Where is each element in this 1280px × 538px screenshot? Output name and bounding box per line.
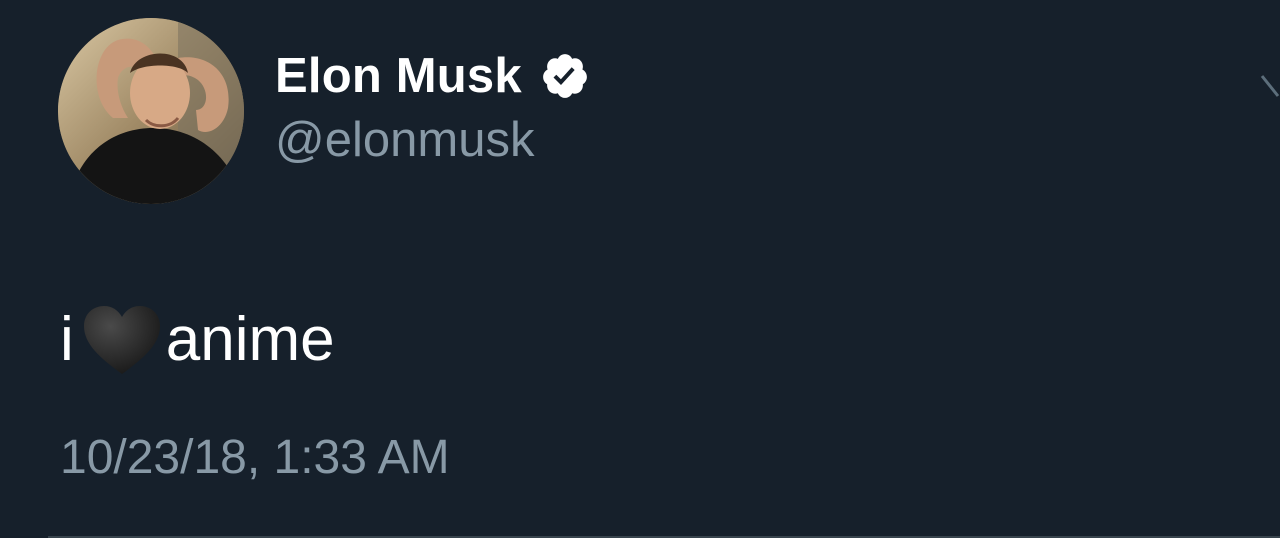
tweet-text-before: i (60, 305, 74, 374)
tweet-text-after: anime (165, 305, 335, 374)
tweet-timestamp[interactable]: 10/23/18, 1:33 AM (60, 430, 450, 485)
author-name-row: Elon Musk (275, 48, 590, 104)
tweet-card: Elon Musk @elonmusk i anime 10/23/18, 1:… (0, 0, 1280, 538)
verified-badge-icon (540, 51, 590, 101)
author-display-name[interactable]: Elon Musk (275, 48, 522, 104)
author-handle[interactable]: @elonmusk (275, 112, 534, 168)
avatar[interactable] (58, 18, 244, 204)
chevron-down-icon[interactable] (1260, 70, 1280, 110)
black-heart-icon (80, 302, 164, 378)
tweet-text: i anime (60, 302, 335, 378)
avatar-photo (58, 18, 244, 204)
